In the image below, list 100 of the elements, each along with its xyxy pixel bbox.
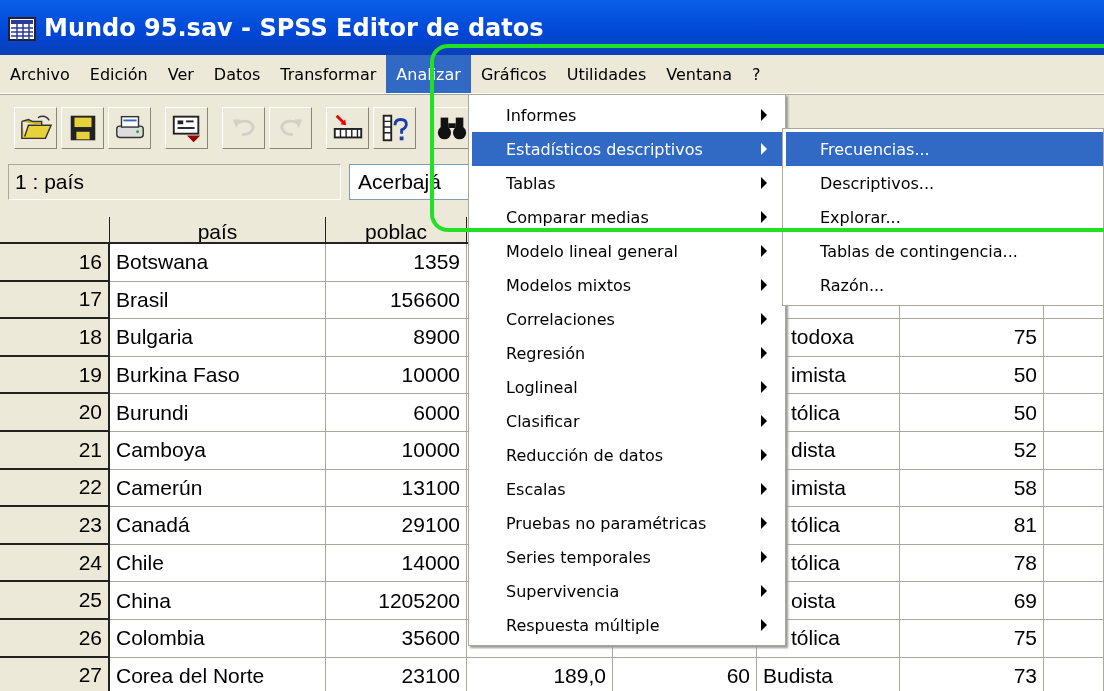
menu-item[interactable]: ? xyxy=(742,55,771,93)
table-cell: 10000 xyxy=(326,356,467,395)
menu-item[interactable]: Ventana xyxy=(656,55,742,93)
table-cell: 8900 xyxy=(326,319,467,357)
table-cell: 78 xyxy=(900,544,1044,583)
menu-item[interactable]: Explorar... xyxy=(786,200,1103,234)
table-cell: 75 xyxy=(900,619,1044,658)
menu-item[interactable]: Frecuencias... xyxy=(786,132,1103,166)
table-cell: Camboya xyxy=(110,431,326,470)
submenu-arrow-icon xyxy=(760,551,768,563)
table-cell: Chile xyxy=(110,544,326,583)
table-cell: Bulgaria xyxy=(110,319,326,357)
table-cell: 13100 xyxy=(326,469,467,508)
table-cell: Budista xyxy=(757,657,900,691)
cell-reference: 1 : país xyxy=(8,164,341,200)
variables-button[interactable] xyxy=(373,106,416,149)
table-cell: 1359 xyxy=(326,244,467,282)
menu-item[interactable]: Utilidades xyxy=(556,55,657,93)
table-cell xyxy=(1044,319,1104,357)
submenu-arrow-icon xyxy=(760,109,768,121)
table-cell: 156600 xyxy=(326,281,467,320)
save-button[interactable] xyxy=(61,106,104,149)
table-cell: Camerún xyxy=(110,469,326,508)
submenu-arrow-icon xyxy=(760,279,768,291)
dialog-button[interactable] xyxy=(165,106,208,149)
table-cell xyxy=(1044,507,1104,545)
table-cell: 69 xyxy=(900,582,1044,620)
submenu-arrow-icon xyxy=(760,347,768,359)
menu-item[interactable]: Razón... xyxy=(786,268,1103,302)
row-number[interactable]: 17 xyxy=(0,281,110,320)
print-button[interactable] xyxy=(108,106,151,149)
submenu-arrow-icon xyxy=(760,313,768,325)
menu-item[interactable]: Tablas xyxy=(472,166,782,200)
table-cell: China xyxy=(110,582,326,620)
menu-item[interactable]: Modelo lineal general xyxy=(472,234,782,268)
submenu-arrow-icon xyxy=(760,245,768,257)
table-cell: 60 xyxy=(613,657,757,691)
table-cell: 73 xyxy=(900,657,1044,691)
table-cell: Canadá xyxy=(110,507,326,545)
table-cell: 81 xyxy=(900,507,1044,545)
menu-item[interactable]: Archivo xyxy=(0,55,80,93)
spreadsheet-icon xyxy=(8,14,36,41)
table-cell: 14000 xyxy=(326,544,467,583)
table-cell xyxy=(1044,657,1104,691)
menu-item[interactable]: Ver xyxy=(157,55,204,93)
table-cell: Botswana xyxy=(110,244,326,282)
table-cell xyxy=(1044,619,1104,658)
menu-item[interactable]: Comparar medias xyxy=(472,200,782,234)
table-cell: 75 xyxy=(900,319,1044,357)
submenu-arrow-icon xyxy=(760,449,768,461)
menu-item[interactable]: Gráficos xyxy=(470,55,557,93)
table-cell: 189,0 xyxy=(467,657,613,691)
table-cell: 35600 xyxy=(326,619,467,658)
submenu-arrow-icon xyxy=(760,517,768,529)
table-cell xyxy=(1044,582,1104,620)
table-cell: Burkina Faso xyxy=(110,356,326,395)
submenu-arrow-icon xyxy=(760,483,768,495)
menu-item[interactable]: Edición xyxy=(79,55,158,93)
table-cell: 23100 xyxy=(326,657,467,691)
menu-item[interactable]: Tablas de contingencia... xyxy=(786,234,1103,268)
submenu-arrow-icon xyxy=(760,143,768,155)
submenu-arrow-icon xyxy=(760,415,768,427)
menu-item[interactable]: Transformar xyxy=(270,55,387,93)
table-cell: Burundi xyxy=(110,394,326,432)
row-number[interactable]: 22 xyxy=(0,469,110,508)
table-cell xyxy=(1044,544,1104,583)
submenu-arrow-icon xyxy=(760,619,768,631)
row-number[interactable]: 25 xyxy=(0,582,110,620)
row-number[interactable]: 23 xyxy=(0,507,110,545)
row-number[interactable]: 19 xyxy=(0,356,110,395)
submenu-arrow-icon xyxy=(760,381,768,393)
table-cell: 10000 xyxy=(326,431,467,470)
row-number[interactable]: 16 xyxy=(0,244,110,282)
menu-item[interactable]: Modelos mixtos xyxy=(472,268,782,302)
menu-item[interactable]: Descriptivos... xyxy=(786,166,1103,200)
row-number[interactable]: 26 xyxy=(0,619,110,658)
row-number[interactable]: 20 xyxy=(0,394,110,432)
window-title: Mundo 95.sav - SPSS Editor de datos xyxy=(44,13,544,42)
table-cell: 6000 xyxy=(326,394,467,432)
row-number[interactable]: 21 xyxy=(0,431,110,470)
table-cell xyxy=(1044,431,1104,470)
table-cell: 29100 xyxy=(326,507,467,545)
row-number[interactable]: 24 xyxy=(0,544,110,583)
submenu-arrow-icon xyxy=(760,211,768,223)
row-number[interactable]: 18 xyxy=(0,319,110,357)
submenu-arrow-icon xyxy=(760,585,768,597)
table-cell: 50 xyxy=(900,394,1044,432)
table-cell xyxy=(1044,356,1104,395)
table-cell: 1205200 xyxy=(326,582,467,620)
table-cell xyxy=(1044,469,1104,508)
table-cell: 58 xyxy=(900,469,1044,508)
goto-button[interactable] xyxy=(326,106,369,149)
menu-item[interactable]: Estadísticos descriptivos xyxy=(472,132,782,166)
open-button[interactable] xyxy=(14,106,57,149)
table-cell: 52 xyxy=(900,431,1044,470)
table-cell xyxy=(1044,394,1104,432)
table-cell: 50 xyxy=(900,356,1044,395)
menu-item[interactable]: Datos xyxy=(203,55,271,93)
menu-item[interactable]: Informes xyxy=(472,98,782,132)
table-cell: Corea del Norte xyxy=(110,657,326,691)
